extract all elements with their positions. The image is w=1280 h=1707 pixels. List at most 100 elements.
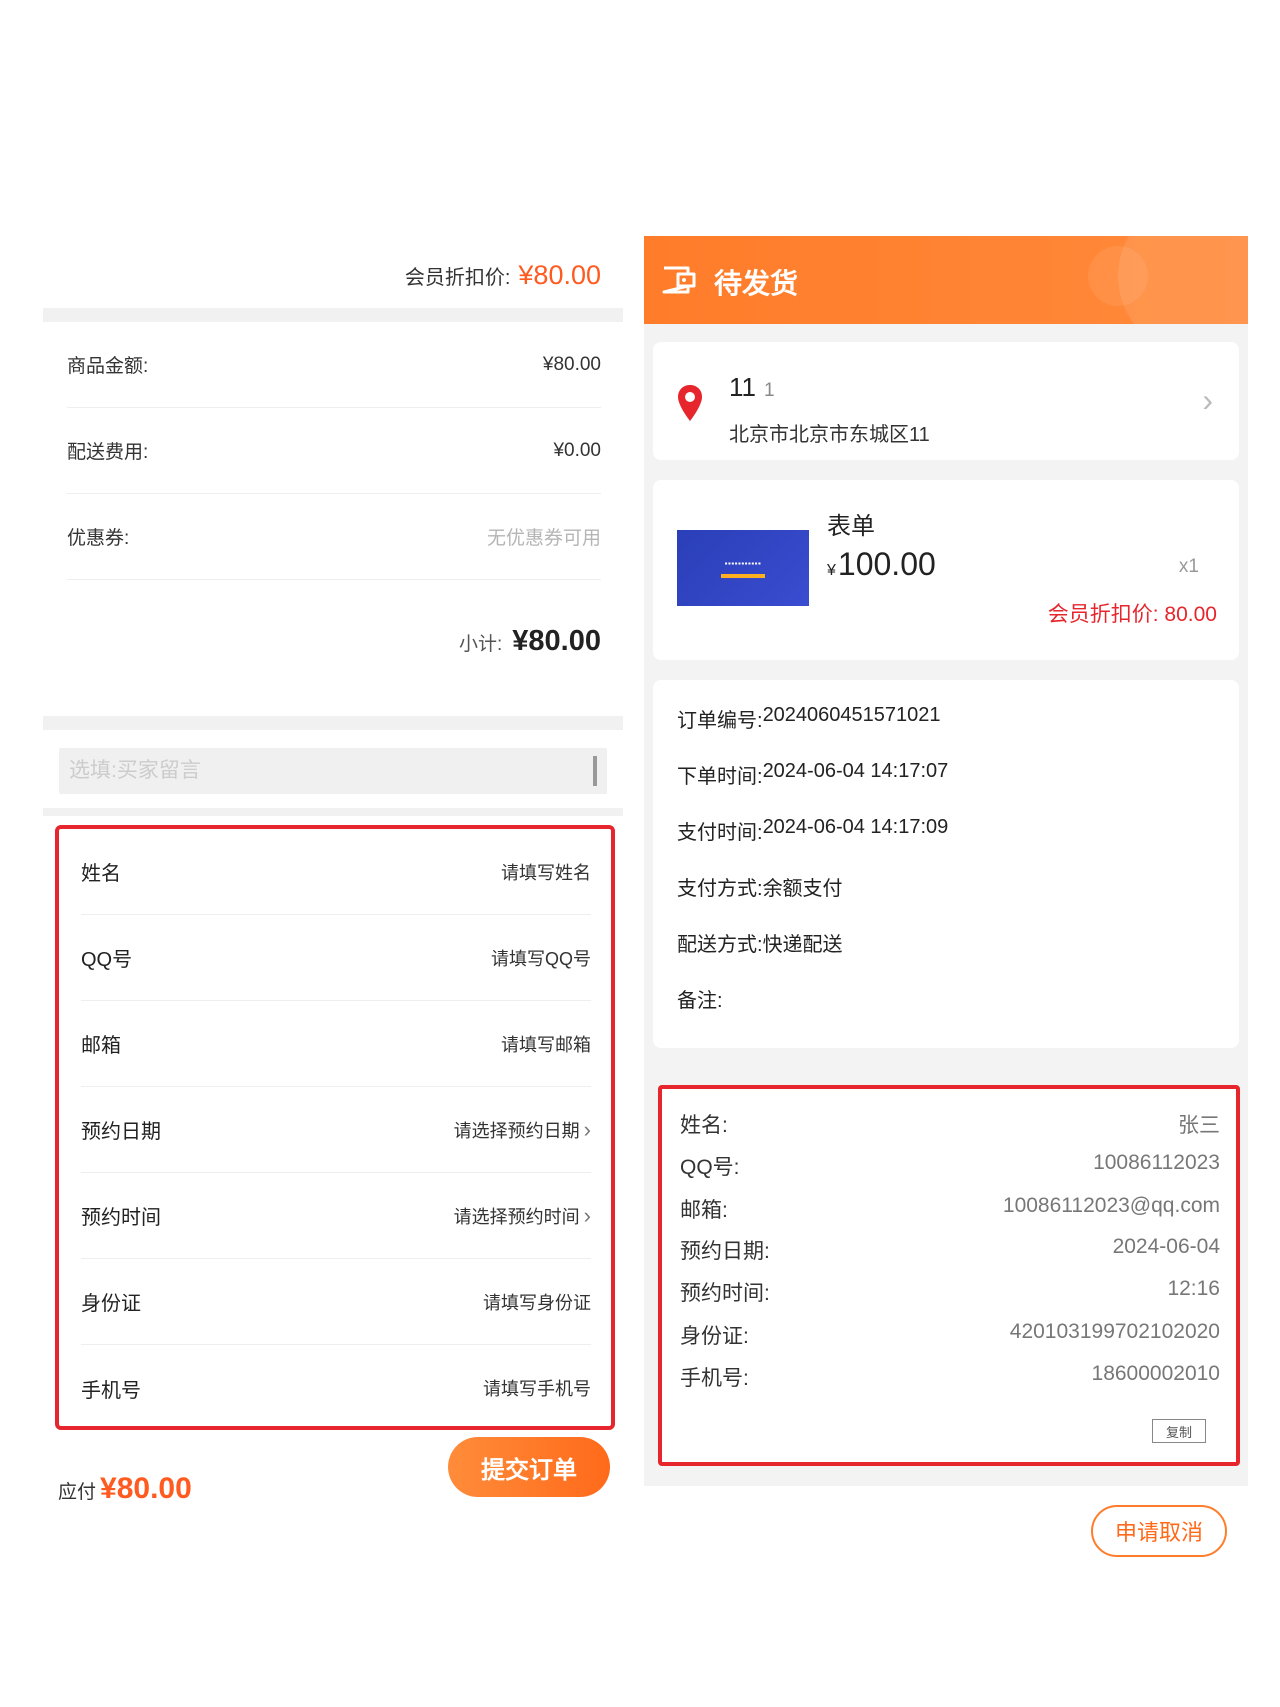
- form-row-time[interactable]: 预约时间 请选择预约时间 ›: [81, 1173, 591, 1259]
- summary-row-goods-amount: 商品金额: ¥80.00: [67, 322, 601, 408]
- copy-button[interactable]: 复制: [1152, 1419, 1206, 1443]
- form-label: 邮箱: [81, 1035, 121, 1057]
- form-row-date[interactable]: 预约日期 请选择预约日期 ›: [81, 1087, 591, 1173]
- info-label: 预约日期:: [680, 1240, 770, 1263]
- order-row-number: 订单编号: 2024060451571021: [677, 704, 941, 733]
- field-placeholder: 请填写身份证: [483, 1292, 591, 1313]
- form-row-qq[interactable]: QQ号 请填写QQ号: [81, 915, 591, 1001]
- recipient-phone: 1: [764, 380, 775, 401]
- info-row-name: 姓名: 张三: [680, 1109, 1220, 1139]
- request-cancel-button[interactable]: 申请取消: [1091, 1505, 1227, 1557]
- subtotal: 小计: ¥80.00: [459, 625, 601, 658]
- address-text: 北京市北京市东城区11: [729, 424, 930, 446]
- field-placeholder: 请选择预约时间: [453, 1206, 580, 1227]
- form-row-id-card[interactable]: 身份证 请填写身份证: [81, 1259, 591, 1345]
- id-card-field[interactable]: 请填写身份证: [483, 1289, 591, 1315]
- order-row-created: 下单时间: 2024-06-04 14:17:07: [677, 760, 948, 789]
- amount-due-value: ¥80.00: [100, 1472, 192, 1505]
- summary-row-coupon[interactable]: 优惠券: 无优惠券可用: [67, 494, 601, 580]
- thumbnail-banner: ▪▪▪▪▪▪▪▪▪▪▪: [724, 558, 762, 568]
- order-row-paid: 支付时间: 2024-06-04 14:17:09: [677, 816, 948, 845]
- order-value: 2024-06-04 14:17:07: [762, 760, 949, 782]
- location-pin-icon: [678, 385, 702, 421]
- member-price-label: 会员折扣价:: [404, 267, 511, 289]
- wallet-icon: [662, 266, 696, 294]
- summary-label: 商品金额:: [67, 356, 149, 377]
- recipient-line: 11 1: [729, 372, 775, 403]
- phone-field[interactable]: 请填写手机号: [483, 1375, 591, 1401]
- info-label: QQ号:: [680, 1156, 740, 1179]
- info-value: 10086112023@qq.com: [1002, 1194, 1220, 1217]
- chevron-right-icon: ›: [583, 1116, 591, 1142]
- chevron-right-icon: ›: [583, 1202, 591, 1228]
- email-field[interactable]: 请填写邮箱: [501, 1031, 591, 1057]
- info-label: 预约时间:: [680, 1282, 770, 1305]
- date-picker[interactable]: 请选择预约日期 ›: [454, 1117, 591, 1143]
- info-value: 12:16: [1167, 1277, 1220, 1300]
- field-placeholder: 请填写QQ号: [490, 948, 591, 969]
- order-row-pay-method: 支付方式: 余额支付: [677, 872, 843, 901]
- product-thumbnail: ▪▪▪▪▪▪▪▪▪▪▪: [677, 530, 809, 606]
- subtotal-label: 小计:: [459, 634, 503, 655]
- qq-field[interactable]: 请填写QQ号: [491, 945, 591, 971]
- info-label: 邮箱:: [680, 1199, 728, 1222]
- order-value: 余额支付: [762, 878, 843, 900]
- product-price: ¥ 100.00: [827, 546, 936, 583]
- form-label: 预约日期: [81, 1121, 161, 1143]
- info-value: 10086112023: [1093, 1151, 1220, 1174]
- info-row-date: 预约日期: 2024-06-04: [680, 1235, 1220, 1265]
- recipient-name: 11: [729, 372, 756, 402]
- form-label: QQ号: [81, 949, 133, 971]
- order-label: 下单时间:: [677, 766, 763, 788]
- name-field[interactable]: 请填写姓名: [501, 859, 591, 885]
- product-member-price: 会员折扣价: 80.00: [1047, 603, 1217, 626]
- info-value: 2024-06-04: [1112, 1235, 1220, 1258]
- amount-due-label: 应付: [58, 1482, 97, 1503]
- form-label: 身份证: [81, 1293, 141, 1315]
- order-info-card: 订单编号: 2024060451571021 下单时间: 2024-06-04 14…: [653, 680, 1239, 1048]
- buyer-message-box: [59, 748, 607, 794]
- member-price-value: ¥80.00: [518, 260, 601, 290]
- order-label: 订单编号:: [677, 710, 763, 732]
- info-row-email: 邮箱: 10086112023@qq.com: [680, 1194, 1220, 1224]
- form-row-name[interactable]: 姓名 请填写姓名: [81, 829, 591, 915]
- order-row-remark: 备注:: [677, 984, 723, 1013]
- summary-row-shipping: 配送费用: ¥0.00: [67, 408, 601, 494]
- section-divider: [43, 808, 623, 816]
- info-label: 姓名:: [680, 1114, 728, 1137]
- form-label: 预约时间: [81, 1207, 161, 1229]
- custom-form: 姓名 请填写姓名 QQ号 请填写QQ号 邮箱 请填写邮箱 预约日期 请选择预约日…: [55, 825, 615, 1430]
- buyer-message-input[interactable]: [69, 759, 569, 783]
- order-value: 快递配送: [762, 934, 843, 956]
- form-row-email[interactable]: 邮箱 请填写邮箱: [81, 1001, 591, 1087]
- product-card[interactable]: ▪▪▪▪▪▪▪▪▪▪▪ 表单 ¥ 100.00 x1 会员折扣价: 80.00: [653, 480, 1239, 660]
- section-divider: [43, 308, 623, 322]
- product-name: 表单: [827, 513, 875, 540]
- thumbnail-bar: [721, 573, 765, 578]
- info-row-time: 预约时间: 12:16: [680, 1277, 1220, 1307]
- summary-value: ¥0.00: [553, 439, 601, 461]
- address-card[interactable]: 11 1 北京市北京市东城区11 ›: [653, 342, 1239, 460]
- field-placeholder: 请填写姓名: [501, 862, 591, 883]
- section-divider: [43, 716, 623, 730]
- order-row-delivery: 配送方式: 快递配送: [677, 928, 843, 957]
- coupon-status: 无优惠券可用: [486, 528, 601, 549]
- order-label: 备注:: [677, 990, 723, 1012]
- price-value: 100.00: [837, 546, 936, 582]
- form-info-box: 姓名: 张三 QQ号: 10086112023 邮箱: 10086112023@qq.…: [658, 1085, 1240, 1466]
- product-quantity: x1: [1178, 556, 1199, 577]
- amount-due: 应付 ¥80.00: [58, 1472, 192, 1506]
- header-decoration: [1088, 246, 1148, 306]
- order-label: 支付方式:: [677, 878, 763, 900]
- field-placeholder: 请选择预约日期: [453, 1120, 580, 1141]
- order-value: 2024-06-04 14:17:09: [762, 816, 949, 838]
- time-picker[interactable]: 请选择预约时间 ›: [454, 1203, 591, 1229]
- info-value: 张三: [1178, 1114, 1220, 1137]
- order-status-header: 待发货: [644, 236, 1248, 324]
- info-label: 手机号:: [680, 1367, 749, 1390]
- order-detail-panel: 待发货 11 1 北京市北京市东城区11 › ▪▪▪▪▪▪▪▪▪▪▪ 表单 ¥ 1…: [644, 236, 1248, 1486]
- order-status: 待发货: [714, 268, 799, 299]
- form-row-phone[interactable]: 手机号 请填写手机号: [81, 1345, 591, 1431]
- order-value: 2024060451571021: [762, 704, 941, 726]
- submit-order-button[interactable]: 提交订单: [448, 1437, 610, 1497]
